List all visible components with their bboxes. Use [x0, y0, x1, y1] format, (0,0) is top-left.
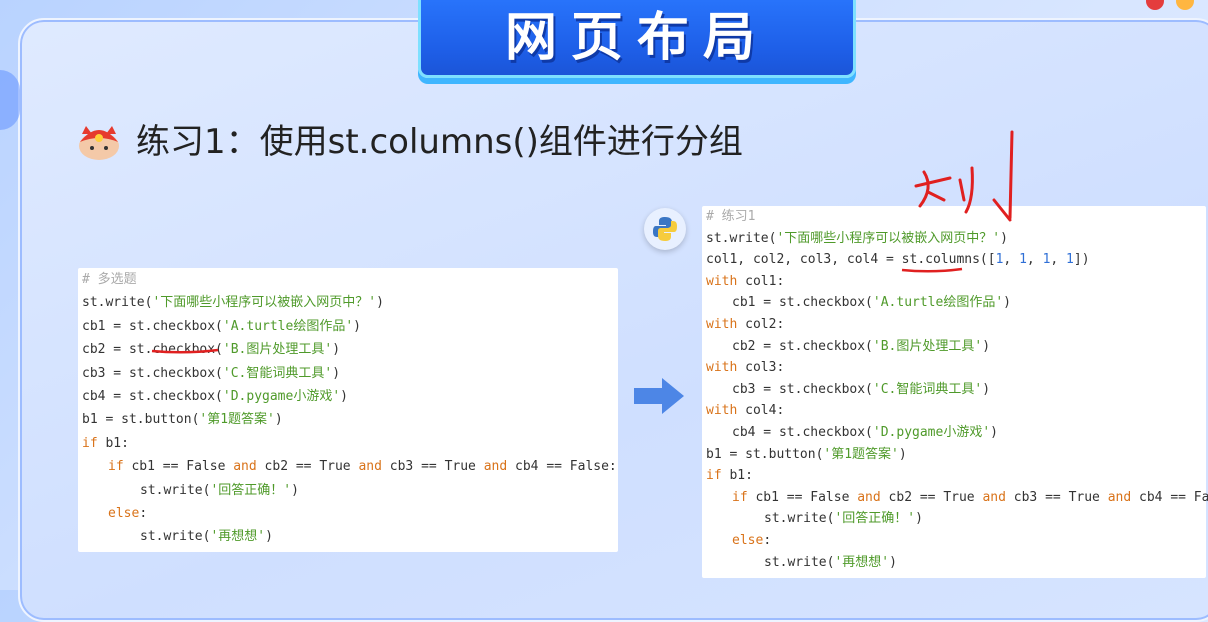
columns-underline	[901, 267, 963, 273]
checkbox-underline	[151, 348, 219, 354]
code-line: else:	[108, 505, 148, 521]
code-line: if b1:	[706, 468, 753, 484]
code-line: cb1 = st.checkbox('A.turtle绘图作品')	[82, 318, 361, 334]
mascot-icon	[79, 125, 119, 160]
code-line: with col4:	[706, 403, 785, 419]
code-line: else:	[732, 532, 772, 548]
code-line: st.write('再想想')	[140, 529, 273, 545]
code-string: 'D.pygame小游戏'	[222, 388, 341, 404]
code-line: with col1:	[706, 273, 785, 289]
close-dot-icon[interactable]	[1146, 0, 1164, 10]
code-line: b1 = st.button('第1题答案')	[82, 412, 283, 428]
code-block-columns: # 练习1 st.write('下面哪些小程序可以被嵌入网页中？') col1,…	[702, 206, 1208, 578]
code-line: if b1:	[82, 435, 129, 451]
window-controls	[1146, 0, 1194, 10]
slide-title: 网页布局	[504, 7, 769, 68]
code-line: st.write('回答正确！')	[140, 482, 299, 498]
code-line: cb2 = st.checkbox('B.图片处理工具')	[732, 338, 991, 354]
minimize-dot-icon[interactable]	[1176, 0, 1194, 10]
left-edge-decoration	[0, 70, 20, 130]
code-line: with col3:	[706, 360, 785, 376]
handwritten-annotation	[914, 130, 1014, 222]
code-string: '第1题答案'	[199, 412, 275, 428]
python-logo-icon	[653, 217, 677, 241]
code-string: '下面哪些小程序可以被嵌入网页中？'	[152, 295, 377, 311]
code-line: # 多选题	[82, 272, 137, 287]
code-line: st.write('回答正确！')	[764, 511, 923, 527]
python-badge	[644, 208, 686, 250]
code-line: cb3 = st.checkbox('C.智能词典工具')	[732, 381, 991, 397]
code-line: st.write('下面哪些小程序可以被嵌入网页中？')	[82, 295, 384, 311]
code-line: st.write('下面哪些小程序可以被嵌入网页中？')	[706, 230, 1008, 246]
code-line: st.write('再想想')	[764, 554, 897, 570]
code-line: cb3 = st.checkbox('C.智能词典工具')	[82, 365, 341, 381]
code-string: 'C.智能词典工具'	[222, 365, 333, 381]
code-line: with col2:	[706, 316, 785, 332]
code-string: 'B.图片处理工具'	[222, 342, 333, 358]
right-arrow-icon	[634, 378, 684, 414]
exercise-heading: 练习1：使用st.columns()组件进行分组	[76, 114, 743, 163]
code-line: if cb1 == False and cb2 == True and cb3 …	[108, 459, 617, 475]
code-line: if cb1 == False and cb2 == True and cb3 …	[732, 489, 1208, 505]
heading-text: 练习1：使用st.columns()组件进行分组	[136, 122, 743, 162]
code-line: cb4 = st.checkbox('D.pygame小游戏')	[82, 388, 348, 404]
code-line: b1 = st.button('第1题答案')	[706, 446, 907, 462]
code-block-original: # 多选题 st.write('下面哪些小程序可以被嵌入网页中？') cb1 =…	[78, 268, 618, 552]
code-line: cb4 = st.checkbox('D.pygame小游戏')	[732, 424, 998, 440]
code-string: 'A.turtle绘图作品'	[222, 318, 354, 334]
title-banner: 网页布局	[418, 0, 856, 78]
code-line: cb1 = st.checkbox('A.turtle绘图作品')	[732, 295, 1011, 311]
